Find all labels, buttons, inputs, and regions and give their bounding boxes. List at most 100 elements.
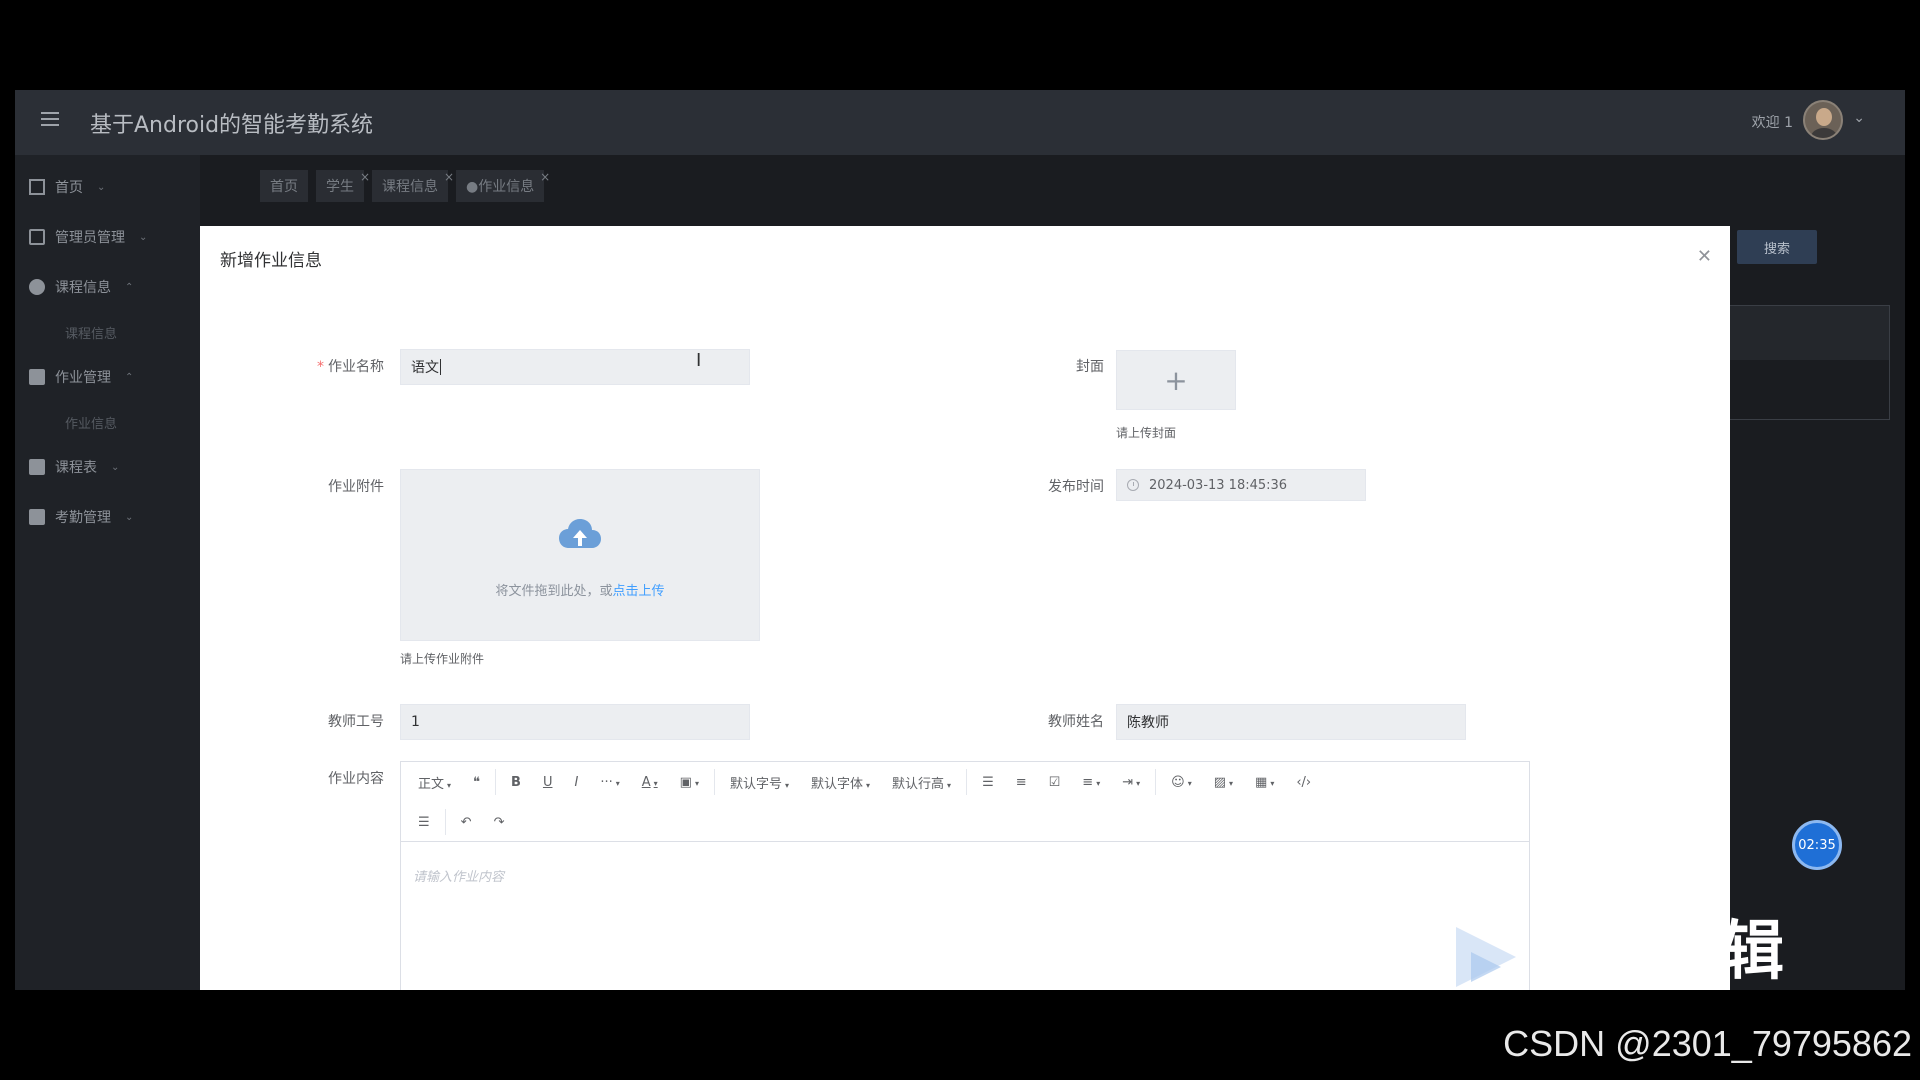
tab-label: 课程信息 <box>382 179 438 195</box>
sidebar-item-label: 课程信息 <box>55 280 111 296</box>
rich-text-editor: 正文 ▾ ❝ B U I ··· ▾ A ▾ ▣ ▾ 默认字号 ▾ 默认字体 ▾ 默认行高 ▾… <box>400 761 1530 990</box>
app-title: 基于Android的智能考勤系统 <box>90 113 374 138</box>
caption-overlay: 辑 <box>1720 915 1784 989</box>
bold-icon[interactable]: B <box>500 775 532 790</box>
sidebar-subitem-course-info[interactable]: 课程信息 <box>65 323 117 342</box>
clock-icon <box>1127 479 1139 491</box>
attachment-hint: 请上传作业附件 <box>400 652 485 666</box>
sidebar-item-course[interactable]: 课程信息 ⌃ <box>29 277 133 297</box>
text-cursor <box>440 359 441 375</box>
emoji-icon[interactable]: ☺ ▾ <box>1160 775 1203 790</box>
chevron-down-icon[interactable]: ⌄ <box>1853 110 1865 126</box>
dropzone-instruction: 将文件拖到此处，或 <box>495 584 613 599</box>
top-bar: 基于Android的智能考勤系统 欢迎 1 ⌄ <box>15 90 1905 155</box>
line-height-select[interactable]: 默认行高 ▾ <box>881 773 962 792</box>
quote-icon[interactable]: ❝ <box>462 775 491 790</box>
homework-name-label: * 作业名称 <box>264 356 384 376</box>
dropzone-text: 将文件拖到此处，或点击上传 <box>401 580 759 599</box>
font-color-icon[interactable]: A ▾ <box>631 775 669 790</box>
more-icon[interactable]: ··· ▾ <box>589 775 630 790</box>
cloud-upload-icon <box>559 519 601 548</box>
editor-placeholder[interactable]: 请输入作业内容 <box>413 866 504 885</box>
sidebar-item-label: 首页 <box>55 180 83 196</box>
ibeam-cursor-icon: I <box>696 350 702 371</box>
sidebar-item-label: 作业管理 <box>55 370 111 386</box>
hamburger-menu-icon[interactable] <box>41 112 59 126</box>
chevron-down-icon: ⌄ <box>97 181 106 193</box>
attachment-dropzone[interactable]: 将文件拖到此处，或点击上传 <box>400 469 760 641</box>
sidebar-item-attendance[interactable]: 考勤管理 ⌄ <box>29 507 133 527</box>
grid-icon <box>29 279 45 295</box>
chevron-down-icon: ⌄ <box>111 461 120 473</box>
publish-time-picker[interactable]: 2024-03-13 18:45:36 <box>1116 469 1366 501</box>
recording-timer[interactable]: 02:35 <box>1792 820 1842 870</box>
sidebar: 首页 ⌄ 管理员管理 ⌄ 课程信息 ⌃ 课程信息 作业管理 ⌃ 作业信息 课程表 ⌄ <box>15 155 200 990</box>
copy-icon <box>29 509 45 525</box>
close-icon[interactable]: ✕ <box>1697 246 1712 267</box>
tab-homework-info[interactable]: ●作业信息 × <box>456 170 550 202</box>
table-icon <box>29 369 45 385</box>
editor-toolbar: 正文 ▾ ❝ B U I ··· ▾ A ▾ ▣ ▾ 默认字号 ▾ 默认字体 ▾ 默认行高 ▾… <box>401 762 1529 842</box>
plus-icon: + <box>1164 363 1188 397</box>
tab-label: 学生 <box>326 179 354 195</box>
undo-icon[interactable]: ↶ <box>450 815 483 830</box>
paragraph-select[interactable]: 正文 ▾ <box>407 773 462 792</box>
label-text: 作业名称 <box>328 359 384 375</box>
chevron-down-icon: ⌄ <box>139 231 148 243</box>
close-icon[interactable]: × <box>444 170 454 184</box>
search-button[interactable]: 搜索 <box>1737 230 1817 264</box>
chevron-up-icon: ⌃ <box>125 281 134 293</box>
user-avatar[interactable] <box>1803 100 1843 140</box>
sidebar-item-homework[interactable]: 作业管理 ⌃ <box>29 367 133 387</box>
cover-upload[interactable]: + <box>1116 350 1236 410</box>
tool-label: 默认行高 <box>892 776 945 792</box>
cpu-icon <box>29 229 45 245</box>
click-upload-link[interactable]: 点击上传 <box>613 584 665 599</box>
font-family-select[interactable]: 默认字体 ▾ <box>800 773 881 792</box>
tool-label: 默认字体 <box>811 776 864 792</box>
tab-course-info[interactable]: 课程信息 × <box>372 170 454 202</box>
sidebar-item-admin[interactable]: 管理员管理 ⌄ <box>29 227 147 247</box>
welcome-text: 欢迎 1 <box>1751 115 1793 131</box>
teacher-name-input[interactable]: 陈教师 <box>1116 704 1466 740</box>
todo-checkbox-icon[interactable]: ☑ <box>1038 775 1072 790</box>
sidebar-item-label: 管理员管理 <box>55 230 125 246</box>
tool-label: 正文 <box>418 776 445 792</box>
sidebar-item-home[interactable]: 首页 ⌄ <box>29 177 105 197</box>
close-icon[interactable]: × <box>360 170 370 184</box>
input-value: 1 <box>411 714 420 730</box>
indent-icon[interactable]: ⇥ ▾ <box>1111 775 1151 790</box>
font-size-select[interactable]: 默认字号 ▾ <box>719 773 800 792</box>
close-icon[interactable]: × <box>540 170 550 184</box>
add-homework-dialog: 新增作业信息 ✕ * 作业名称 语文 I 封面 + 请上传封面 作业附件 将文件拖… <box>200 226 1730 990</box>
divider-icon[interactable]: ☰ <box>407 815 441 830</box>
picker-value: 2024-03-13 18:45:36 <box>1149 477 1288 493</box>
background-color-icon[interactable]: ▣ ▾ <box>669 775 710 790</box>
sidebar-item-schedule[interactable]: 课程表 ⌄ <box>29 457 119 477</box>
watermark: CSDN @2301_79795862 <box>1503 1023 1912 1064</box>
chevron-up-icon: ⌃ <box>125 371 134 383</box>
bullet-list-icon[interactable]: ☰ <box>971 775 1005 790</box>
sidebar-item-label: 课程表 <box>55 460 97 476</box>
code-icon[interactable]: ‹/› <box>1285 775 1322 790</box>
cover-hint: 请上传封面 <box>1116 426 1177 440</box>
apps-icon <box>29 459 45 475</box>
tab-label: ●作业信息 <box>466 179 535 195</box>
input-value: 语文 <box>411 360 439 376</box>
italic-icon[interactable]: I <box>563 775 589 790</box>
image-icon[interactable]: ▨ ▾ <box>1203 775 1244 790</box>
align-icon[interactable]: ≡ ▾ <box>1071 775 1111 790</box>
sidebar-subitem-homework-info[interactable]: 作业信息 <box>65 413 117 432</box>
redo-icon[interactable]: ↷ <box>483 815 516 830</box>
teacher-id-label: 教师工号 <box>328 714 384 730</box>
table-insert-icon[interactable]: ▦ ▾ <box>1244 775 1285 790</box>
tab-student[interactable]: 学生 × <box>316 170 370 202</box>
data-table <box>1720 305 1890 420</box>
tab-label: 首页 <box>270 179 298 195</box>
numbered-list-icon[interactable]: ≡ <box>1005 775 1038 790</box>
screen: 基于Android的智能考勤系统 欢迎 1 ⌄ 首页 ⌄ 管理员管理 ⌄ 课程信息 ⌃… <box>0 0 1920 1080</box>
teacher-id-input[interactable]: 1 <box>400 704 750 740</box>
tab-home[interactable]: 首页 <box>260 170 308 202</box>
underline-icon[interactable]: U <box>532 775 564 790</box>
chevron-down-icon: ⌄ <box>125 511 134 523</box>
